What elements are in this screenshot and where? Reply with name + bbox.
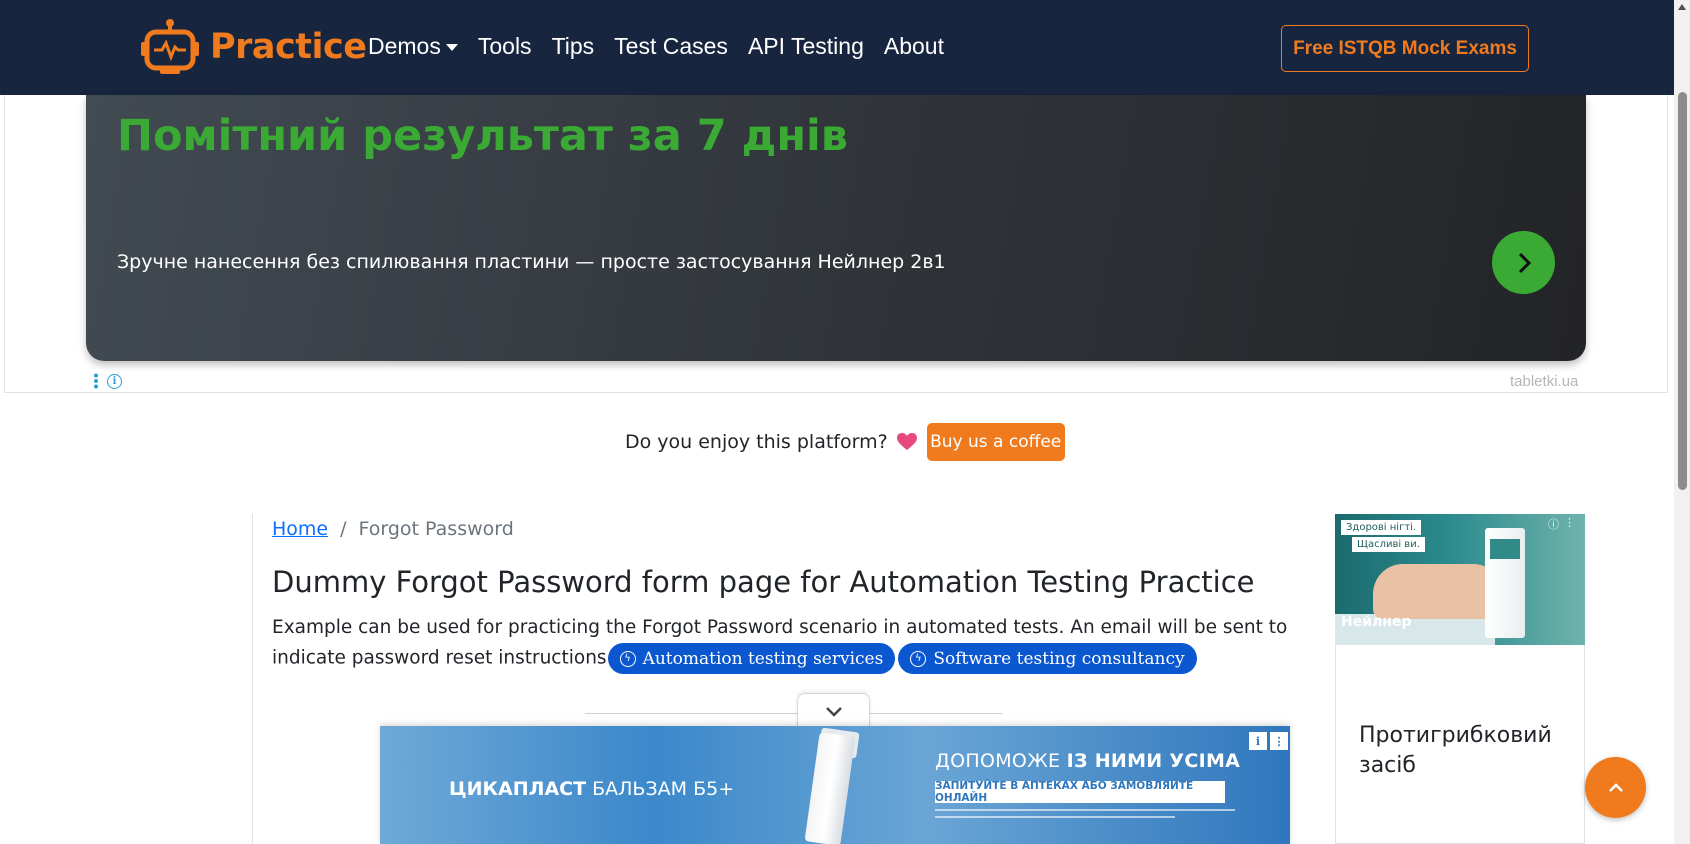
lightning-icon: ϟ bbox=[619, 650, 636, 667]
ad-options-dots-icon[interactable]: ⋮ bbox=[1270, 732, 1288, 750]
ad-image-bottle-label bbox=[1490, 539, 1520, 559]
ad-cta-strip: ЗАПИТУЙТЕ В АПТЕКАХ АБО ЗАМОВЛЯЙТЕ ОНЛАЙ… bbox=[935, 780, 1225, 804]
ad-brand-name: ЦИКАПЛАСТ БАЛЬЗАМ Б5+ bbox=[449, 778, 734, 800]
nav-demos-label: Demos bbox=[368, 33, 441, 59]
ad-fine-print bbox=[935, 816, 1175, 818]
ad-headline: Помітний результат за 7 днів bbox=[117, 111, 848, 161]
ad-info-icon[interactable]: i bbox=[107, 373, 122, 389]
ad-heading-pre: ДОПОМОЖЕ bbox=[935, 750, 1067, 772]
nav-demos[interactable]: Demos bbox=[368, 33, 458, 60]
ad-info-icon[interactable]: ⓘ bbox=[1548, 516, 1559, 532]
content-border bbox=[252, 514, 253, 844]
robot-logo-icon bbox=[141, 19, 199, 74]
ad-subtitle: Зручне нанесення без спилювання пластини… bbox=[117, 251, 946, 273]
heart-icon bbox=[896, 433, 917, 450]
brand-logo[interactable]: Practice bbox=[140, 18, 367, 76]
chevron-down-icon bbox=[825, 706, 842, 717]
ad-heading-bold: ІЗ НИМИ УСІМА bbox=[1066, 750, 1241, 772]
ad-options-dots-icon[interactable] bbox=[93, 373, 99, 389]
support-banner: Do you enjoy this platform? Buy us a cof… bbox=[625, 423, 1065, 461]
ad-controls: i bbox=[93, 373, 122, 389]
nav-tools[interactable]: Tools bbox=[478, 33, 532, 60]
scroll-to-top-button[interactable] bbox=[1585, 757, 1646, 818]
ad-heading: ДОПОМОЖЕ ІЗ НИМИ УСІМА bbox=[935, 750, 1240, 772]
product-tube-image bbox=[804, 732, 856, 844]
chevron-up-icon bbox=[1608, 782, 1623, 792]
sidebar-ad-text[interactable]: Протигрибковий засіб bbox=[1359, 721, 1569, 781]
sidebar-ad-controls: ⓘ ⋮ bbox=[1548, 516, 1575, 532]
page-title: Dummy Forgot Password form page for Auto… bbox=[272, 565, 1255, 599]
istqb-mock-exams-button[interactable]: Free ISTQB Mock Exams bbox=[1281, 25, 1529, 72]
nav-about[interactable]: About bbox=[884, 33, 944, 60]
ad-controls: i ⋮ bbox=[1249, 732, 1288, 750]
breadcrumb-separator: / bbox=[340, 518, 347, 540]
chevron-down-icon bbox=[445, 44, 458, 51]
form-placeholder-line bbox=[585, 713, 1002, 714]
scrollbar-thumb[interactable] bbox=[1678, 92, 1687, 490]
breadcrumb: Home / Forgot Password bbox=[272, 518, 514, 540]
ad-source-label[interactable]: tabletki.ua bbox=[1510, 373, 1578, 390]
consultancy-pill[interactable]: ϟ Software testing consultancy bbox=[898, 643, 1197, 674]
ad-info-icon[interactable]: i bbox=[1249, 732, 1267, 750]
ad-fine-print bbox=[935, 809, 1235, 811]
ad-brand: Нейлнер bbox=[1341, 614, 1412, 630]
ad-next-button[interactable] bbox=[1492, 231, 1555, 294]
support-question: Do you enjoy this platform? bbox=[625, 431, 888, 453]
nav-menu: Demos Tools Tips Test Cases API Testing … bbox=[368, 33, 944, 60]
ad-collapse-button[interactable] bbox=[797, 693, 870, 729]
chevron-right-icon bbox=[1518, 252, 1531, 273]
ad-tag: Щасливі ви. bbox=[1352, 537, 1425, 552]
page-description: Example can be used for practicing the F… bbox=[272, 613, 1312, 674]
breadcrumb-current: Forgot Password bbox=[358, 518, 514, 540]
ad-brand-bold: ЦИКАПЛАСТ bbox=[449, 778, 587, 800]
brand-name: Practice bbox=[210, 27, 367, 67]
top-navbar: Practice Demos Tools Tips Test Cases API… bbox=[0, 0, 1674, 95]
ad-image-feet bbox=[1373, 564, 1503, 619]
nav-api-testing[interactable]: API Testing bbox=[748, 33, 864, 60]
nav-test-cases[interactable]: Test Cases bbox=[614, 33, 728, 60]
pill-label: Software testing consultancy bbox=[933, 648, 1185, 669]
top-ad-banner[interactable]: Помітний результат за 7 днів Зручне нане… bbox=[86, 95, 1586, 361]
bottom-sticky-ad[interactable]: ЦИКАПЛАСТ БАЛЬЗАМ Б5+ ДОПОМОЖЕ ІЗ НИМИ У… bbox=[380, 726, 1290, 844]
nav-tips[interactable]: Tips bbox=[552, 33, 595, 60]
automation-services-pill[interactable]: ϟ Automation testing services bbox=[607, 643, 896, 674]
ad-options-dots-icon[interactable]: ⋮ bbox=[1564, 516, 1575, 532]
breadcrumb-home-link[interactable]: Home bbox=[272, 518, 328, 540]
buy-coffee-button[interactable]: Buy us a coffee bbox=[926, 423, 1065, 461]
ad-brand-rest: БАЛЬЗАМ Б5+ bbox=[586, 778, 735, 800]
ad-tag: Здорові нігті. bbox=[1341, 520, 1422, 535]
sidebar-ad-image[interactable]: Здорові нігті. Щасливі ви. Нейлнер bbox=[1335, 514, 1585, 645]
lightning-icon: ϟ bbox=[910, 650, 927, 667]
scroll-up-arrow-icon[interactable] bbox=[1678, 4, 1686, 10]
pill-label: Automation testing services bbox=[642, 648, 884, 669]
page-scrollbar[interactable] bbox=[1674, 0, 1690, 844]
